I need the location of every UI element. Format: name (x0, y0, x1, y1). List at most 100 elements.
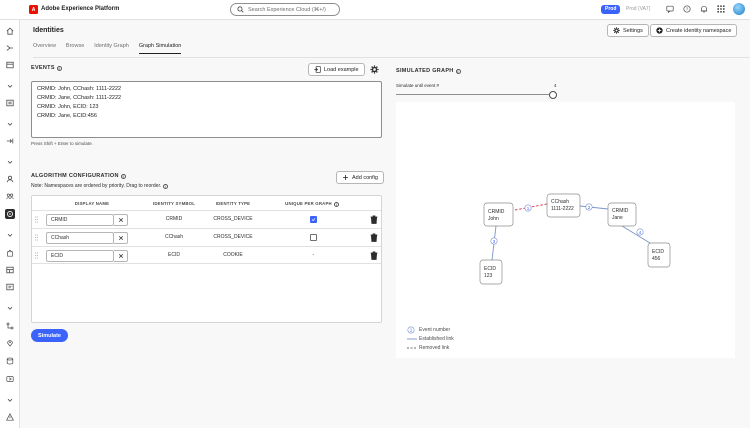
bell-icon[interactable] (699, 4, 709, 14)
identity-symbol: CRMID (165, 216, 183, 222)
sandbox-badge[interactable]: Prod (601, 5, 621, 14)
close-icon (118, 235, 123, 241)
tab-browse[interactable]: Browse (66, 43, 84, 54)
privacy-icon[interactable] (5, 248, 15, 258)
alert-icon[interactable] (5, 412, 15, 422)
close-icon (118, 217, 123, 223)
info-icon[interactable]: i (56, 65, 62, 71)
user-avatar[interactable] (733, 3, 745, 15)
node-namespace: CChash (551, 199, 569, 205)
established-line-icon (407, 338, 417, 339)
unique-checkbox[interactable] (310, 234, 317, 241)
tab-overview[interactable]: Overview (33, 43, 56, 54)
legend-removed: Removed link (407, 343, 454, 352)
info-icon[interactable]: i (455, 68, 461, 74)
adobe-logo-icon[interactable]: A (29, 5, 38, 14)
identities-icon[interactable] (5, 209, 15, 219)
drag-handle-icon[interactable] (35, 234, 38, 241)
graph-node-crmid-jane[interactable]: CRMID Jane (607, 202, 637, 227)
chevron-down-icon[interactable] (5, 157, 15, 167)
graph-node-cchash[interactable]: CChash 1111-2222 (546, 193, 581, 218)
chevron-down-icon[interactable] (5, 303, 15, 313)
legend-removed-label: Removed link (419, 344, 450, 351)
graph-node-crmid-john[interactable]: CRMID John (483, 202, 514, 227)
column-header-identity-symbol: IDENTITY SYMBOL (152, 201, 196, 206)
feedback-icon[interactable] (665, 4, 675, 14)
table-row[interactable]: CChash CChash CROSS_DEVICE (32, 228, 381, 246)
trash-icon[interactable] (370, 215, 378, 224)
drag-handle-icon[interactable] (35, 216, 38, 223)
tabs-divider (33, 57, 750, 58)
drag-handle-icon[interactable] (35, 252, 38, 259)
apps-grid-icon[interactable] (716, 4, 726, 14)
help-icon[interactable]: ? (682, 4, 692, 14)
display-name-input[interactable]: CRMID (46, 214, 114, 226)
graph-svg: 1 2 3 4 CRMID John CChash 1111-2222 CRMI… (479, 193, 671, 285)
events-label: EVENTS (31, 65, 55, 71)
table-row[interactable]: CRMID CRMID CROSS_DEVICE (32, 210, 381, 228)
info-icon[interactable]: i (120, 173, 126, 179)
app-title[interactable]: Adobe Experience Platform (41, 6, 119, 12)
event-slider-track[interactable] (396, 94, 553, 95)
simulated-graph-label: SIMULATED GRAPH (396, 68, 454, 74)
trash-icon[interactable] (370, 233, 378, 242)
info-icon[interactable]: i (333, 201, 339, 207)
identity-symbol: CChash (164, 234, 184, 240)
global-search-input[interactable]: Search Experience Cloud (⌘+/) (230, 3, 340, 16)
create-identity-namespace-button[interactable]: Create identity namespace (650, 24, 738, 37)
simulate-until-label: Simulate until event # (396, 83, 440, 88)
graph-canvas[interactable]: 1 2 3 4 CRMID John CChash 1111-2222 CRMI… (396, 102, 735, 358)
page-title: Identities (33, 27, 64, 34)
load-example-button[interactable]: Load example (308, 63, 365, 76)
sandbox-region[interactable]: Prod (VA7) (623, 5, 653, 14)
workflows-icon[interactable] (5, 43, 15, 53)
graph-node-ecid-123[interactable]: ECID 123 (479, 259, 503, 285)
info-icon[interactable]: i (163, 183, 169, 189)
event-badge: 4 (636, 228, 644, 236)
clear-button[interactable] (114, 214, 128, 226)
node-namespace: ECID (652, 249, 664, 255)
node-value: John (488, 216, 499, 222)
audiences-icon[interactable] (5, 191, 15, 201)
trash-icon[interactable] (370, 251, 378, 260)
close-icon (118, 253, 123, 259)
table-row[interactable]: ECID ECID COOKIE - (32, 246, 381, 264)
event-slider-thumb[interactable] (549, 90, 557, 99)
simulate-button[interactable]: Simulate (31, 329, 68, 342)
chevron-down-icon[interactable] (5, 81, 15, 91)
monitoring-icon[interactable] (5, 60, 15, 70)
display-name-input[interactable]: ECID (46, 250, 114, 262)
gear-icon (613, 27, 620, 34)
events-textarea[interactable]: CRMID: John, CChash: 1111-2222 CRMID: Ja… (31, 81, 382, 138)
home-icon[interactable] (5, 26, 15, 36)
location-icon[interactable] (5, 338, 15, 348)
tab-identity-graph[interactable]: Identity Graph (94, 43, 129, 54)
event-badge: 3 (490, 237, 498, 245)
dashboards-icon[interactable] (5, 98, 15, 108)
data-storage-icon[interactable] (5, 356, 15, 366)
clear-button[interactable] (114, 232, 128, 244)
chevron-down-icon[interactable] (5, 395, 15, 405)
settings-button[interactable]: Settings (607, 24, 649, 37)
chevron-down-icon[interactable] (5, 119, 15, 129)
graph-node-ecid-456[interactable]: ECID 456 (647, 242, 671, 268)
clear-button[interactable] (114, 250, 128, 262)
profiles-icon[interactable] (5, 174, 15, 184)
chevron-down-icon[interactable] (5, 230, 15, 240)
sources-icon[interactable] (5, 136, 15, 146)
add-config-button[interactable]: Add config (336, 171, 384, 184)
unique-header-label: UNIQUE PER GRAPH (285, 201, 332, 206)
legend-established: Established link (407, 334, 454, 343)
column-header-unique-per-graph: UNIQUE PER GRAPH i (282, 201, 342, 207)
events-settings-gear-icon[interactable] (370, 65, 379, 74)
destinations-icon[interactable] (5, 374, 15, 384)
left-nav-rail (0, 20, 20, 428)
unique-checkbox[interactable] (310, 216, 317, 223)
datasets-icon[interactable] (5, 282, 15, 292)
tab-graph-simulation[interactable]: Graph Simulation (138, 43, 182, 54)
node-namespace: CRMID (488, 209, 505, 215)
display-name-input[interactable]: CChash (46, 232, 114, 244)
journeys-icon[interactable] (5, 321, 15, 331)
schemas-icon[interactable] (5, 265, 15, 275)
graph-legend: 1 Event number Established link Removed … (407, 325, 454, 352)
